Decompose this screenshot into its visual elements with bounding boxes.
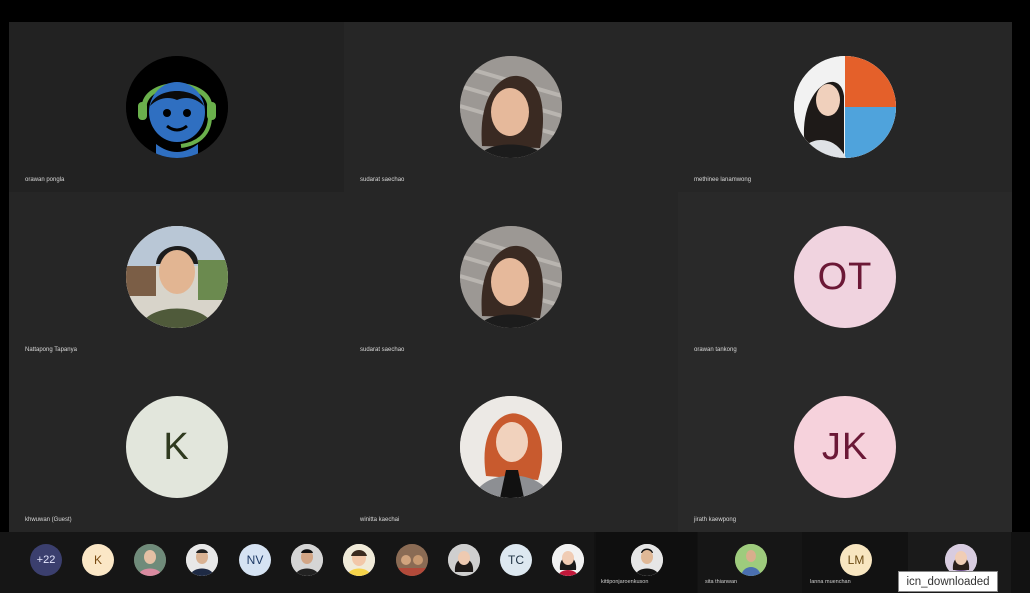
participant-name: jirath kaewpong [694,517,737,523]
thumb-initials: K [93,553,102,567]
participant-tile[interactable]: K khwuwan (Guest) [9,362,344,532]
participant-name: Nattapong Tapanya [25,347,77,353]
participant-strip: +22 K NV TC kittiponjaroenkuson sita thi… [0,532,1030,593]
participant-tile[interactable]: orawan pongla [9,22,344,192]
participant-tile[interactable]: OT orawan tankong [678,192,1012,362]
participant-name: khwuwan (Guest) [25,517,72,523]
participant-mini-tile[interactable]: LM lanna muenchan [804,532,906,593]
avatar-initials: JK [821,425,869,468]
participant-photo [125,226,228,328]
headset-agent-icon [125,56,228,158]
participant-thumb[interactable] [448,544,480,576]
participant-thumb[interactable] [343,544,375,576]
participant-tile[interactable]: winitta kaechai [344,362,678,532]
participant-name: orawan pongla [25,177,65,183]
participant-photo [460,396,562,498]
avatar-initials: K [163,425,190,468]
participant-name: kittiponjaroenkuson [601,579,649,585]
thumb-initials: NV [246,553,264,567]
participant-mini-tile[interactable]: sita thianwan [698,532,802,593]
overflow-count: +22 [36,554,56,566]
participant-name: sudarat saechao [360,347,405,353]
participant-thumb[interactable] [291,544,323,576]
participant-name: orawan tankong [694,347,737,353]
thumb-initials: LM [847,553,865,567]
participant-mini-tile[interactable]: kittiponjaroenkuson [596,532,697,593]
avatar-initials: OT [817,255,873,298]
participant-photo [460,56,562,158]
thumb-initials: TC [508,553,524,567]
participant-photo [794,56,896,158]
participant-tile[interactable]: Nattapong Tapanya [9,192,344,362]
participant-name: methinee lanamwong [694,177,752,183]
participant-thumb [735,544,767,576]
initials-avatar: K [125,396,228,498]
tooltip: icn_downloaded [898,571,998,592]
overflow-participants-button[interactable]: +22 [30,544,62,576]
participant-name: sudarat saechao [360,177,405,183]
participant-thumb[interactable]: TC [500,544,532,576]
participant-tile[interactable]: JK jirath kaewpong [678,362,1012,532]
participant-name: lanna muenchan [810,579,851,585]
participant-thumb[interactable] [134,544,166,576]
initials-avatar: OT [794,226,896,328]
initials-avatar: JK [794,396,896,498]
participant-tile[interactable]: sudarat saechao [344,22,678,192]
participant-thumb [631,544,663,576]
avatar-row: +22 K NV TC [0,532,594,593]
participant-name: winitta kaechai [360,517,400,523]
participant-thumb[interactable] [552,544,584,576]
participant-photo [460,226,562,328]
participant-tile[interactable]: methinee lanamwong [678,22,1012,192]
participant-tile[interactable]: sudarat saechao [344,192,678,362]
participant-thumb[interactable] [186,544,218,576]
initials-thumb: LM [840,544,872,576]
participant-name: sita thianwan [705,579,738,585]
participant-thumb[interactable]: NV [239,544,271,576]
participant-thumb[interactable] [396,544,428,576]
video-grid: orawan pongla sudarat saechao methinee l… [9,22,1012,532]
participant-thumb[interactable]: K [82,544,114,576]
